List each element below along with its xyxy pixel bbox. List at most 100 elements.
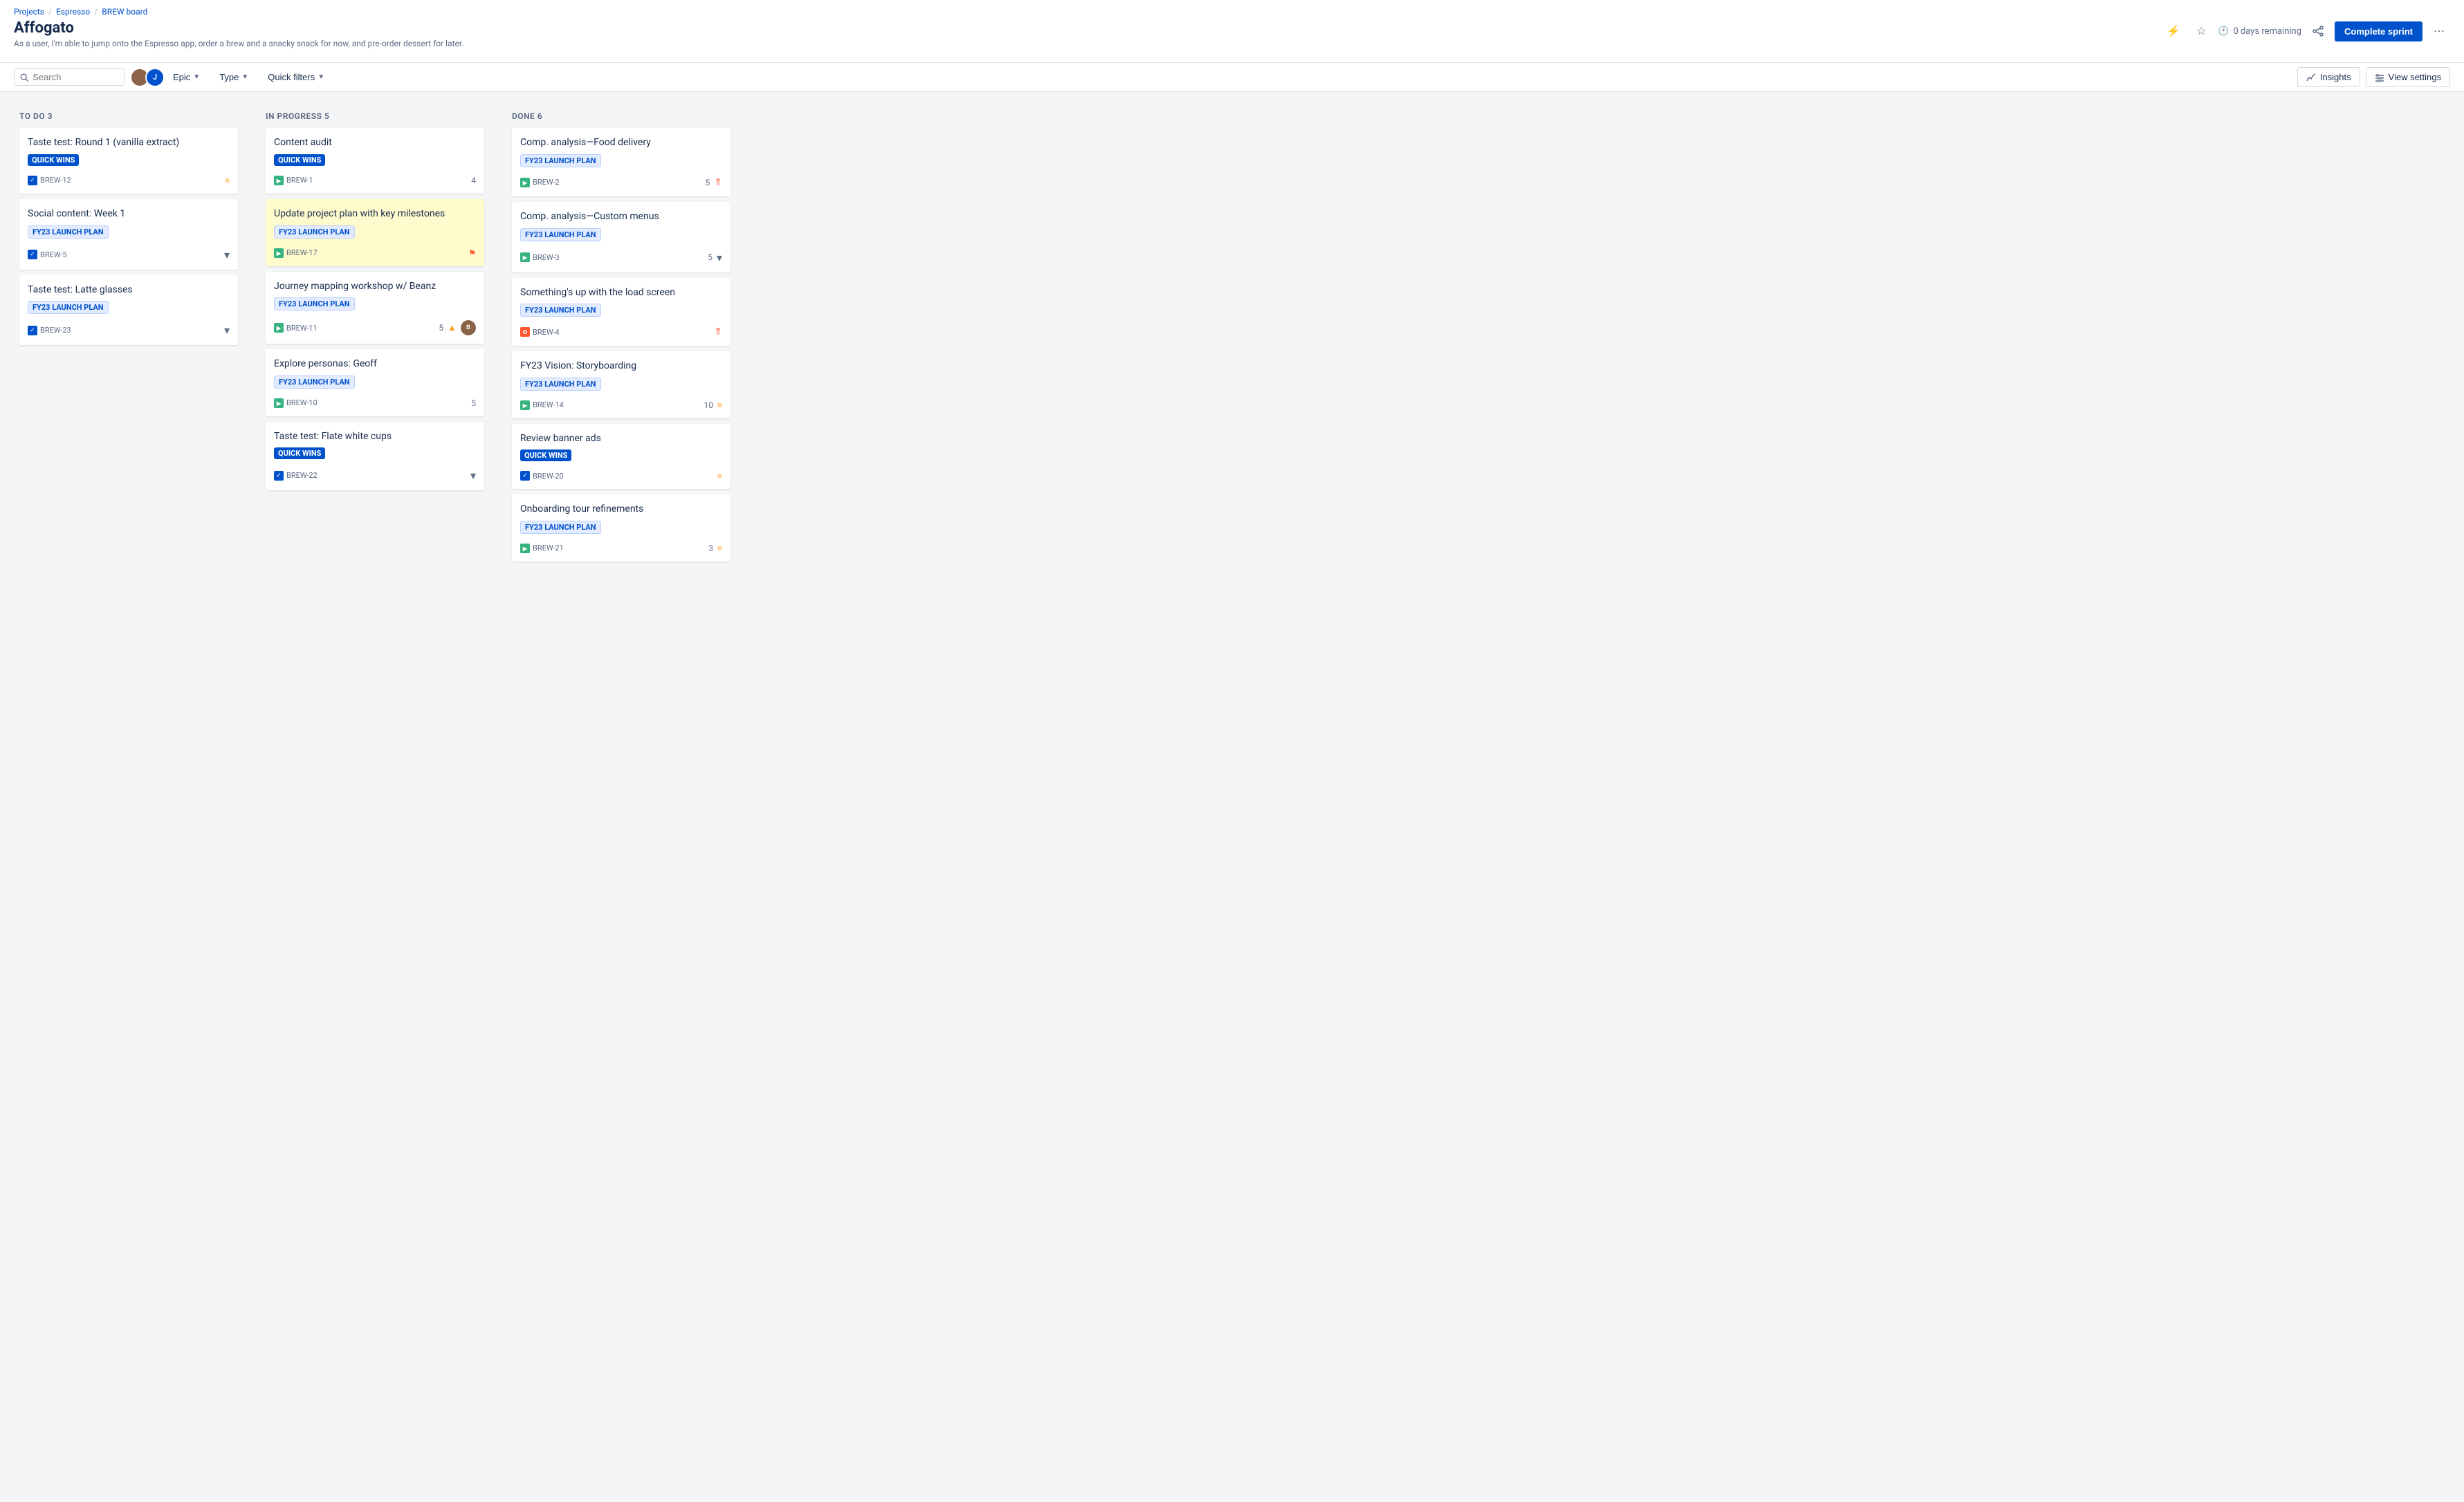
card-id: BREW-4 bbox=[520, 327, 560, 337]
epic-filter[interactable]: Epic ▼ bbox=[166, 68, 207, 86]
breadcrumb-sep1: / bbox=[48, 7, 52, 17]
card-done-4[interactable]: FY23 Vision: StoryboardingFY23 LAUNCH PL… bbox=[512, 351, 730, 418]
card-right: 10≡ bbox=[704, 400, 722, 410]
column-header-done: DONE 6 bbox=[512, 111, 730, 121]
insights-button[interactable]: Insights bbox=[2297, 67, 2360, 87]
ticket-number: BREW-4 bbox=[533, 328, 560, 337]
column-header-inprogress: IN PROGRESS 5 bbox=[266, 111, 484, 121]
svg-text:▶: ▶ bbox=[276, 250, 282, 257]
lightning-button[interactable]: ⚡ bbox=[2162, 20, 2185, 42]
story-icon: ▶ bbox=[274, 248, 284, 258]
story-points: 4 bbox=[471, 176, 476, 185]
epic-label: Epic bbox=[173, 72, 190, 82]
view-settings-button[interactable]: View settings bbox=[2366, 67, 2450, 87]
card-right: 5 bbox=[471, 398, 476, 408]
page-subtitle: As a user, I'm able to jump onto the Esp… bbox=[14, 39, 463, 55]
story-icon: ▶ bbox=[274, 176, 284, 185]
card-right: 5▾ bbox=[708, 251, 722, 264]
breadcrumb-espresso[interactable]: Espresso bbox=[56, 7, 90, 17]
card-id: ✓ BREW-12 bbox=[28, 176, 71, 185]
card-id: ▶ BREW-3 bbox=[520, 252, 560, 262]
ticket-number: BREW-20 bbox=[533, 472, 564, 481]
breadcrumb-brew[interactable]: BREW board bbox=[102, 7, 147, 17]
card-id: ▶ BREW-17 bbox=[274, 248, 318, 258]
card-ip-4[interactable]: Explore personas: GeoffFY23 LAUNCH PLAN▶… bbox=[266, 349, 484, 416]
share-button[interactable] bbox=[2307, 20, 2329, 42]
card-badge: FY23 LAUNCH PLAN bbox=[28, 225, 109, 239]
collapse-button[interactable]: ▾ bbox=[224, 248, 230, 261]
search-box[interactable] bbox=[14, 68, 125, 86]
card-badge: FY23 LAUNCH PLAN bbox=[520, 154, 601, 167]
card-ip-5[interactable]: Taste test: Flate white cupsQUICK WINS✓ … bbox=[266, 422, 484, 491]
avatar-2[interactable]: J bbox=[145, 68, 165, 87]
story-icon: ▶ bbox=[274, 398, 284, 408]
card-footer: ▶ BREW-10 5 bbox=[274, 398, 476, 408]
card-title: Update project plan with key milestones bbox=[274, 207, 476, 221]
card-badge: QUICK WINS bbox=[520, 449, 571, 461]
card-footer: ✓ BREW-12≡ bbox=[28, 176, 230, 185]
collapse-button[interactable]: ▾ bbox=[470, 469, 476, 482]
type-chevron: ▼ bbox=[241, 73, 248, 81]
toolbar-right: Insights View settings bbox=[2297, 67, 2450, 87]
collapse-button[interactable]: ▾ bbox=[224, 324, 230, 337]
card-footer: ▶ BREW-25⇑ bbox=[520, 177, 722, 188]
more-button[interactable]: ⋯ bbox=[2428, 20, 2450, 42]
card-footer: ▶ BREW-35▾ bbox=[520, 251, 722, 264]
card-footer: ✓ BREW-20≡ bbox=[520, 471, 722, 481]
card-title: Comp. analysis—Food delivery bbox=[520, 136, 722, 150]
breadcrumb-projects[interactable]: Projects bbox=[14, 7, 44, 17]
card-done-3[interactable]: Something's up with the load screenFY23 … bbox=[512, 278, 730, 346]
days-remaining-text: 0 days remaining bbox=[2233, 26, 2301, 37]
card-ip-2[interactable]: Update project plan with key milestonesF… bbox=[266, 199, 484, 266]
check-icon: ✓ bbox=[28, 176, 37, 185]
card-footer: ✓ BREW-22▾ bbox=[274, 469, 476, 482]
card-done-2[interactable]: Comp. analysis—Custom menusFY23 LAUNCH P… bbox=[512, 202, 730, 272]
story-icon: ▶ bbox=[520, 178, 530, 187]
story-points: 3 bbox=[708, 544, 713, 553]
story-points: 5 bbox=[708, 252, 712, 262]
story-bug-icon bbox=[520, 327, 530, 337]
card-badge: FY23 LAUNCH PLAN bbox=[520, 378, 601, 391]
view-settings-label: View settings bbox=[2389, 72, 2441, 82]
header-left: Projects / Espresso / BREW board Affogat… bbox=[14, 7, 463, 55]
card-todo-2[interactable]: Social content: Week 1 FY23 LAUNCH PLAN ✓ … bbox=[19, 199, 238, 270]
card-id: ✓ BREW-23 bbox=[28, 326, 71, 335]
story-points: 5 bbox=[439, 323, 443, 333]
card-id: ▶ BREW-10 bbox=[274, 398, 318, 408]
svg-text:▶: ▶ bbox=[522, 254, 528, 261]
type-filter[interactable]: Type ▼ bbox=[212, 68, 255, 86]
svg-text:▶: ▶ bbox=[276, 178, 282, 184]
card-todo-3[interactable]: Taste test: Latte glassesFY23 LAUNCH PLA… bbox=[19, 275, 238, 346]
card-ip-1[interactable]: Content auditQUICK WINS▶ BREW-14 bbox=[266, 128, 484, 194]
card-footer: ▶ BREW-17 ⚑ bbox=[274, 248, 476, 258]
story-points: 5 bbox=[471, 398, 476, 408]
complete-sprint-button[interactable]: Complete sprint bbox=[2335, 21, 2422, 41]
card-done-5[interactable]: Review banner adsQUICK WINS✓ BREW-20≡ bbox=[512, 424, 730, 490]
card-footer: BREW-4 ⇑ bbox=[520, 326, 722, 337]
card-badge: QUICK WINS bbox=[274, 447, 325, 459]
card-done-6[interactable]: Onboarding tour refinementsFY23 LAUNCH P… bbox=[512, 494, 730, 562]
card-footer: ▶ BREW-14 bbox=[274, 176, 476, 185]
card-done-1[interactable]: Comp. analysis—Food delivery FY23 LAUNCH … bbox=[512, 128, 730, 196]
svg-text:▶: ▶ bbox=[522, 546, 528, 552]
card-right: ≡ bbox=[717, 471, 722, 481]
flag-icon: ⚑ bbox=[468, 248, 476, 258]
quick-filters-button[interactable]: Quick filters ▼ bbox=[261, 68, 331, 86]
card-todo-1[interactable]: Taste test: Round 1 (vanilla extract)QUI… bbox=[19, 128, 238, 194]
ticket-number: BREW-17 bbox=[286, 248, 318, 257]
card-id: ✓ BREW-5 bbox=[28, 250, 67, 259]
collapse-button[interactable]: ▾ bbox=[717, 251, 722, 264]
card-title: Social content: Week 1 bbox=[28, 207, 230, 221]
quick-filters-chevron: ▼ bbox=[318, 73, 324, 81]
card-badge: QUICK WINS bbox=[274, 154, 325, 166]
card-badge: FY23 LAUNCH PLAN bbox=[520, 304, 601, 317]
clock-icon: 🕐 bbox=[2218, 26, 2229, 37]
priority-high-icon: ⇑ bbox=[714, 177, 722, 188]
priority-high-icon: ⇑ bbox=[714, 326, 722, 337]
search-input[interactable] bbox=[33, 72, 118, 82]
view-settings-icon bbox=[2375, 73, 2384, 82]
card-ip-3[interactable]: Journey mapping workshop w/ BeanzFY23 LA… bbox=[266, 272, 484, 344]
card-title: Review banner ads bbox=[520, 432, 722, 446]
star-button[interactable]: ☆ bbox=[2190, 20, 2212, 42]
priority-medium-icon: ≡ bbox=[717, 544, 722, 553]
